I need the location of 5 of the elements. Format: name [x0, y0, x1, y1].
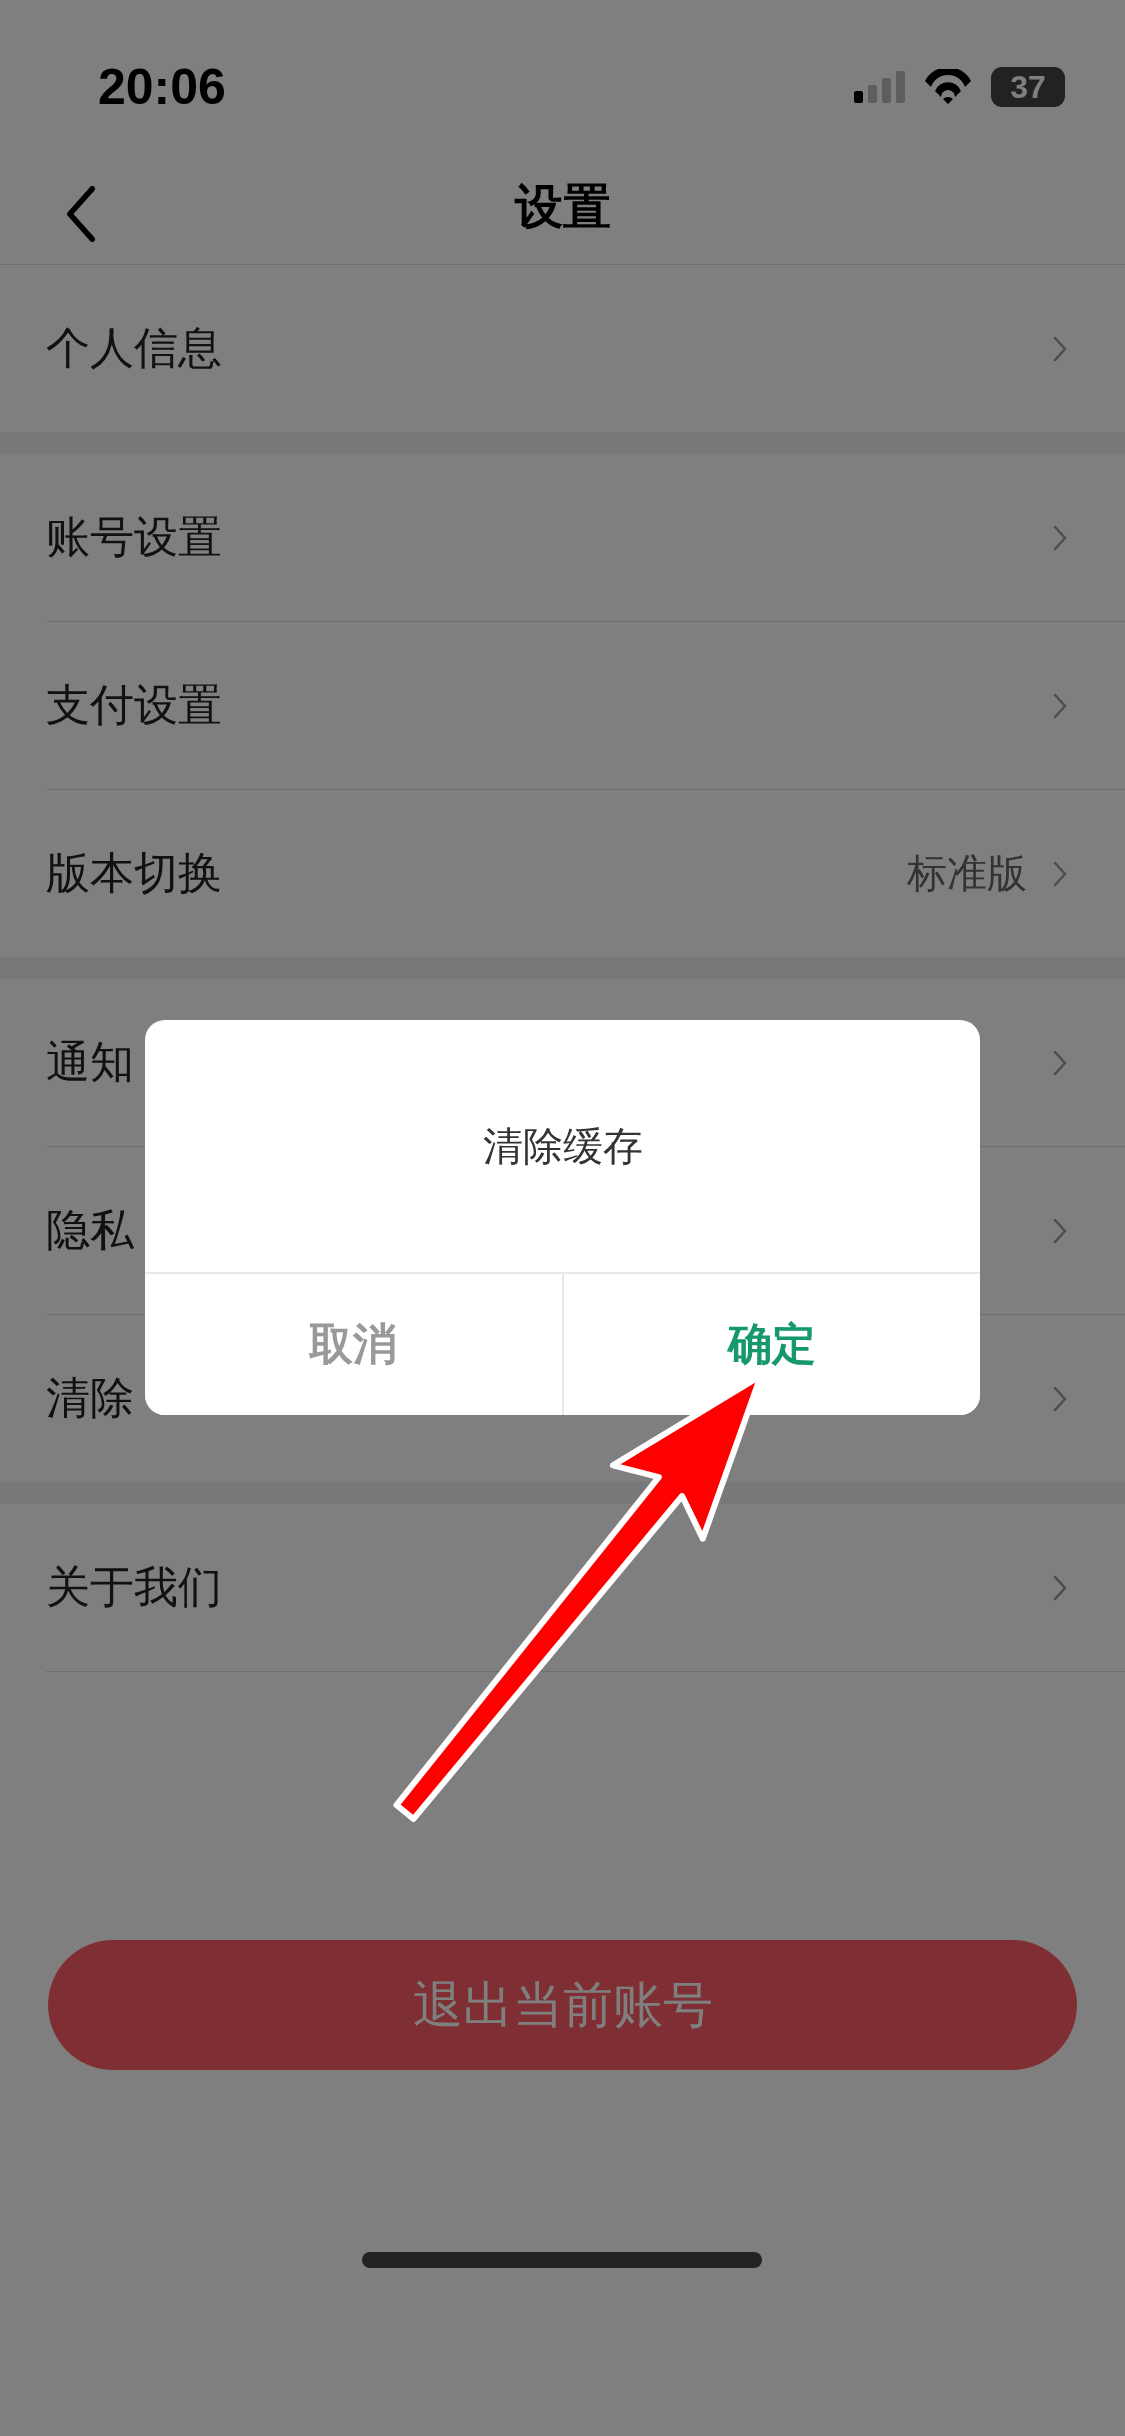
row-value: 标准版: [907, 849, 1027, 898]
battery-level: 37: [1010, 68, 1046, 106]
dialog-title: 清除缓存: [481, 1121, 644, 1171]
page-title: 设置: [514, 177, 611, 236]
status-time: 20:06: [98, 58, 226, 116]
